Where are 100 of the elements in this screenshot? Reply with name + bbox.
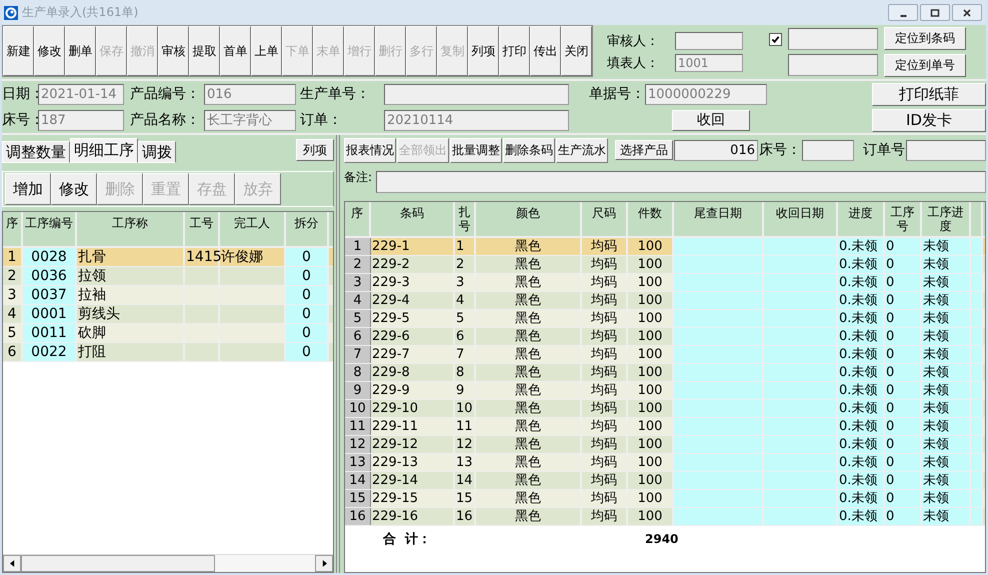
table-row[interactable]: 15 229-15 15 黑色 均码 100 0.未领 0 未领 [345,490,985,508]
input-field[interactable] [788,54,878,76]
table-row[interactable]: 2 0036 拉领 0 [3,267,333,286]
column-header[interactable]: 工序编号 [23,212,77,246]
toolbar-button[interactable]: 关闭 [561,26,592,76]
select-product-button[interactable]: 选择产品 [615,140,673,160]
table-row[interactable]: 11 229-11 11 黑色 均码 100 0.未领 0 未领 [345,418,985,436]
toolbar-button[interactable]: 删单 [65,26,96,76]
id-card-button[interactable]: ID发卡 [872,108,986,132]
print-button[interactable]: 打印纸菲 [872,82,986,106]
table-cell: 0 [286,286,329,304]
table-row[interactable]: 3 0037 拉袖 0 [3,286,333,305]
toolbar-button[interactable]: 修改 [34,26,65,76]
horizontal-scrollbar[interactable] [3,554,333,572]
field-label: 订单： [300,111,343,129]
table-row[interactable]: 9 229-9 9 黑色 均码 100 0.未领 0 未领 [345,382,985,400]
table-row[interactable]: 4 0001 剪线头 0 [3,305,333,324]
close-button[interactable] [952,4,982,21]
toolbar-button[interactable]: 首单 [220,26,251,76]
table-cell: 229-6 [371,328,455,345]
table-cell: 229-5 [371,310,455,327]
product-code-field[interactable]: 016 [674,140,758,160]
table-cell: 未领 [922,310,971,327]
toolbar-button[interactable]: 提取 [189,26,220,76]
table-row[interactable]: 7 229-7 7 黑色 均码 100 0.未领 0 未领 [345,346,985,364]
remark-field[interactable] [376,171,986,193]
maximize-button[interactable] [920,4,950,21]
table-cell: 0037 [23,286,77,304]
table-row[interactable]: 6 0022 打阻 0 [3,343,333,362]
table-cell [971,310,983,327]
table-row[interactable]: 10 229-10 10 黑色 均码 100 0.未领 0 未领 [345,400,985,418]
table-row[interactable]: 6 229-6 6 黑色 均码 100 0.未领 0 未领 [345,328,985,346]
minimize-button[interactable] [888,4,918,21]
toolbar-button[interactable]: 列项 [468,26,499,76]
table-cell: 未领 [922,490,971,507]
table-cell [971,256,983,273]
field-label: 订单号 [863,141,905,159]
input-field[interactable] [802,140,854,160]
table-row[interactable]: 5 0011 砍脚 0 [3,324,333,343]
table-row[interactable]: 2 229-2 2 黑色 均码 100 0.未领 0 未领 [345,256,985,274]
input-field[interactable] [675,32,743,50]
action-button[interactable]: 报表情况 [344,138,396,162]
table-row[interactable]: 5 229-5 5 黑色 均码 100 0.未领 0 未领 [345,310,985,328]
table-row[interactable]: 13 229-13 13 黑色 均码 100 0.未领 0 未领 [345,454,985,472]
input-field[interactable]: 016 [204,84,296,104]
table-cell: 未领 [922,400,971,417]
table-cell: 0 [885,274,922,291]
table-cell [971,328,983,345]
tab[interactable]: 调整数量 [2,141,70,163]
column-header[interactable]: 序 [3,212,23,246]
table-row[interactable]: 1 0028 扎骨 1415许俊娜 0 [3,248,333,267]
table-row[interactable]: 1 229-1 1 黑色 均码 100 0.未领 0 未领 [345,238,985,256]
toolbar-button[interactable]: 新建 [3,26,34,76]
date-field[interactable]: 2021-01-14 [38,84,124,104]
checkbox[interactable] [769,33,782,46]
table-row[interactable]: 12 229-12 12 黑色 均码 100 0.未领 0 未领 [345,436,985,454]
action-button[interactable]: 批量调整 [450,138,502,162]
action-button[interactable]: 生产流水 [556,138,608,162]
scrollbar-thumb[interactable] [21,555,215,572]
table-row[interactable]: 3 229-3 3 黑色 均码 100 0.未领 0 未领 [345,274,985,292]
field-label: 日期： [2,85,38,103]
right-triangle-icon [322,560,326,567]
table-cell: 7 [345,346,371,363]
action-button[interactable]: 修改 [51,173,97,205]
table-row[interactable]: 14 229-14 14 黑色 均码 100 0.未领 0 未领 [345,472,985,490]
toolbar-button[interactable]: 上单 [251,26,282,76]
table-cell [971,454,983,471]
input-field[interactable] [384,84,569,104]
scroll-left-button[interactable] [3,555,21,572]
input-field[interactable]: 187 [38,110,124,130]
table-row[interactable]: 4 229-4 4 黑色 均码 100 0.未领 0 未领 [345,292,985,310]
table-cell: 7 [455,346,476,363]
toolbar-button[interactable]: 传出 [530,26,561,76]
total-label: 合 计： [383,531,432,548]
table-row[interactable]: 8 229-8 8 黑色 均码 100 0.未领 0 未领 [345,364,985,382]
action-button[interactable]: 删除条码 [503,138,555,162]
toolbar-button[interactable]: 审核 [158,26,189,76]
input-field[interactable]: 1000000229 [645,84,767,104]
tab[interactable]: 调拨 [138,141,176,163]
tab[interactable]: 明细工序 [70,138,138,163]
columns-button[interactable]: 列项 [296,139,334,161]
recall-button[interactable]: 收回 [672,110,750,130]
table-cell: 0.未领 [838,256,885,273]
scroll-right-button[interactable] [315,555,333,572]
locate-button[interactable]: 定位到条码 [884,27,966,50]
action-button[interactable]: 增加 [5,173,51,205]
table-cell: 229-12 [371,436,455,453]
input-field[interactable]: 长工字背心 [204,110,296,130]
locate-button[interactable]: 定位到单号 [884,54,966,77]
table-row[interactable]: 16 229-16 16 黑色 均码 100 0.未领 0 未领 [345,508,985,526]
input-field[interactable]: 20210114 [384,110,569,130]
toolbar-button[interactable]: 打印 [499,26,530,76]
table-cell [971,400,983,417]
input-field[interactable] [906,140,986,160]
input-field[interactable]: 1001 [675,54,743,72]
input-field[interactable] [788,28,878,50]
table-cell: 0.未领 [838,436,885,453]
table-cell: 0 [885,238,922,255]
window-title: 生产单录入(共161单) [22,4,138,21]
table-cell: 3 [345,274,371,291]
